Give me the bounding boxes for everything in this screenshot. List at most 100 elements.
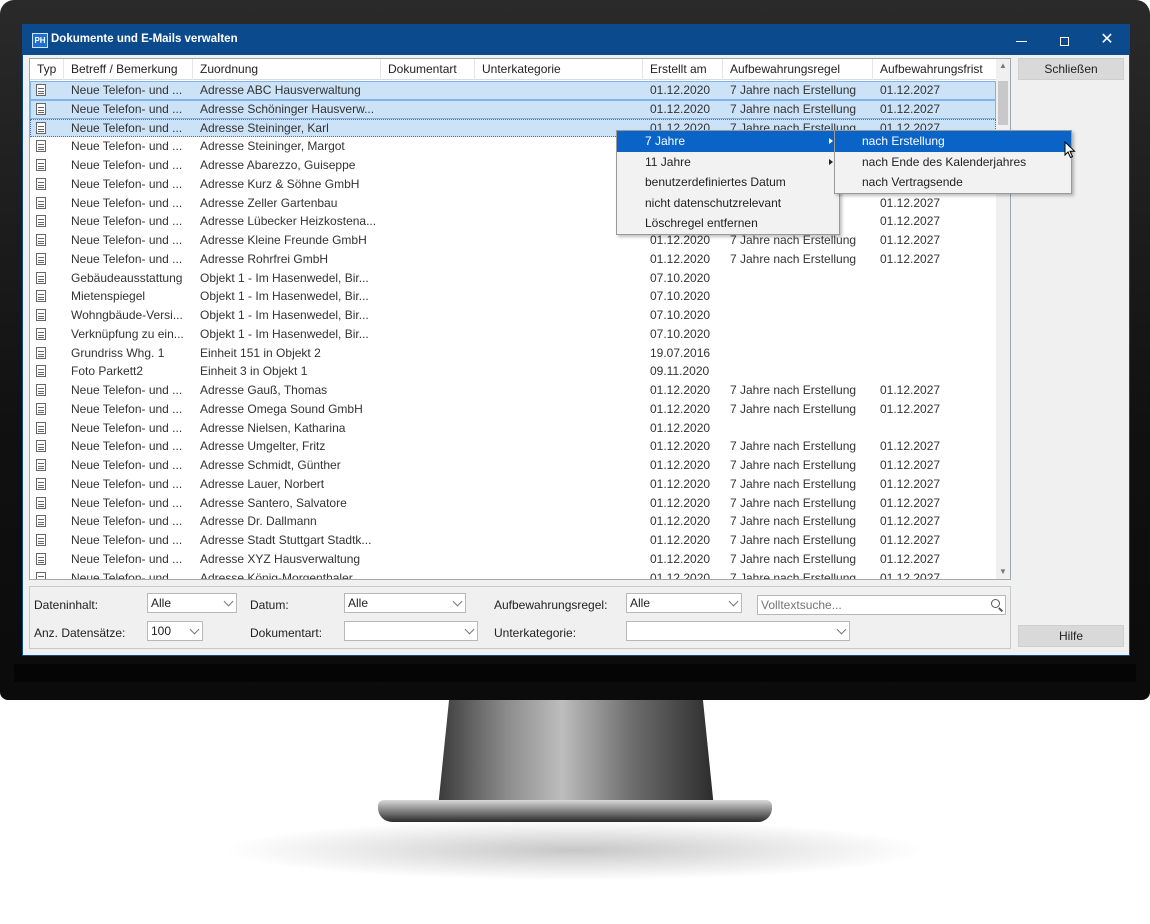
- cell-betreff: Neue Telefon- und ...: [71, 139, 183, 154]
- cell-zuordnung: Einheit 151 in Objekt 2: [200, 345, 321, 360]
- document-icon: [36, 365, 46, 378]
- maximize-button[interactable]: [1042, 25, 1086, 55]
- table-row[interactable]: Neue Telefon- und ... Adresse Gauß, Thoma…: [30, 381, 996, 400]
- menu-item-11-jahre[interactable]: 11 Jahre: [617, 152, 839, 173]
- table-row[interactable]: Neue Telefon- und ... Adresse XYZ Hausver…: [30, 550, 996, 569]
- table-row[interactable]: Verknüpfung zu ein... Objekt 1 - Im Hasen…: [30, 325, 996, 344]
- cell-betreff: Gebäudeausstattung: [71, 270, 183, 285]
- column-header-typ[interactable]: Typ: [30, 59, 64, 80]
- table-row[interactable]: Neue Telefon- und ... Adresse Kleine Freu…: [30, 231, 996, 250]
- menu-item-not-privacy-relevant[interactable]: nicht datenschutzrelevant: [617, 193, 839, 214]
- cell-dokumentart: [381, 100, 475, 119]
- close-icon: ✕: [1100, 31, 1114, 48]
- submenu-item-nach-vertragsende[interactable]: nach Vertragsende: [835, 172, 1071, 193]
- unterkategorie-select[interactable]: [626, 621, 850, 641]
- table-row[interactable]: Foto Parkett2 Einheit 3 in Objekt 1 09.11.…: [30, 362, 996, 381]
- menu-item-custom-date[interactable]: benutzerdefiniertes Datum: [617, 172, 839, 193]
- column-header-betreff[interactable]: Betreff / Bemerkung: [64, 59, 193, 80]
- document-icon: [36, 290, 46, 303]
- cell-regel: 7 Jahre nach Erstellung: [730, 401, 857, 416]
- column-header-unterkategorie[interactable]: Unterkategorie: [475, 59, 643, 80]
- table-row[interactable]: Neue Telefon- und ... Adresse König-Morge…: [30, 569, 996, 580]
- menu-item-7-jahre[interactable]: 7 Jahre: [617, 131, 839, 152]
- dokumentart-select[interactable]: [344, 621, 478, 641]
- table-row[interactable]: Neue Telefon- und ... Adresse Schöninger …: [30, 99, 996, 119]
- table-row[interactable]: Wohngbäude-Versi... Objekt 1 - Im Hasenwe…: [30, 306, 996, 325]
- close-window-button[interactable]: ✕: [1085, 25, 1129, 55]
- cell-dokumentart: [381, 437, 475, 456]
- table-row[interactable]: Neue Telefon- und ... Adresse Santero, Sa…: [30, 494, 996, 513]
- cell-dokumentart: [381, 550, 475, 569]
- datum-label: Datum:: [250, 598, 289, 612]
- cell-zuordnung: Adresse Rohrfrei GmbH: [200, 251, 329, 266]
- column-header-frist[interactable]: Aufbewahrungsfrist: [873, 59, 996, 80]
- cell-frist: 01.12.2027: [880, 195, 941, 210]
- anzahl-select[interactable]: 100: [147, 621, 203, 641]
- menu-item-label: benutzerdefiniertes Datum: [645, 175, 786, 189]
- cell-dokumentart: [381, 381, 475, 400]
- table-row[interactable]: Neue Telefon- und ... Adresse Schmidt, Gü…: [30, 456, 996, 475]
- window-title: Dokumente und E-Mails verwalten: [51, 33, 238, 45]
- help-button[interactable]: Hilfe: [1018, 625, 1124, 647]
- cell-betreff: Neue Telefon- und ...: [71, 195, 183, 210]
- cell-typ: [30, 381, 64, 400]
- cell-zuordnung: Adresse König-Morgenthaler: [200, 570, 353, 580]
- table-row[interactable]: Neue Telefon- und ... Adresse Zeller Gart…: [30, 194, 996, 213]
- table-row[interactable]: Neue Telefon- und ... Adresse Lauer, Norb…: [30, 475, 996, 494]
- scroll-up-icon[interactable]: ▲: [996, 59, 1010, 73]
- cell-regel: 7 Jahre nach Erstellung: [730, 533, 857, 547]
- cell-frist: [873, 269, 996, 288]
- cell-betreff: Neue Telefon- und ...: [71, 233, 183, 247]
- anzahl-label: Anz. Datensätze:: [34, 626, 126, 640]
- column-header-zuordnung[interactable]: Zuordnung: [193, 59, 381, 80]
- search-icon[interactable]: [991, 599, 1000, 608]
- cell-betreff: Neue Telefon- und ...: [71, 476, 183, 491]
- cell-betreff: Neue Telefon- und ...: [71, 401, 183, 416]
- cell-unterkategorie: [475, 325, 643, 344]
- titlebar[interactable]: PH Dokumente und E-Mails verwalten ✕: [23, 25, 1129, 55]
- cell-frist: 01.12.2027: [880, 533, 941, 547]
- column-header-erstellt[interactable]: Erstellt am: [643, 59, 723, 80]
- scroll-down-icon[interactable]: ▼: [996, 565, 1010, 579]
- cell-unterkategorie: [475, 344, 643, 363]
- fulltext-search-input[interactable]: [757, 595, 1006, 615]
- cell-typ: [30, 400, 64, 419]
- minimize-button[interactable]: [999, 25, 1043, 55]
- cell-zuordnung: Adresse Gauß, Thomas: [200, 383, 328, 397]
- table-row[interactable]: Gebäudeausstattung Objekt 1 - Im Hasenwed…: [30, 269, 996, 288]
- dateninhalt-select[interactable]: Alle: [147, 593, 237, 613]
- table-row[interactable]: Neue Telefon- und ... Adresse Umgelter, F…: [30, 437, 996, 456]
- table-row[interactable]: Grundriss Whg. 1 Einheit 151 in Objekt 2 1…: [30, 344, 996, 363]
- scrollbar-thumb[interactable]: [998, 81, 1008, 125]
- table-row[interactable]: Neue Telefon- und ... Adresse Rohrfrei Gm…: [30, 250, 996, 269]
- submenu-item-nach-erstellung[interactable]: nach Erstellung: [835, 131, 1071, 152]
- table-row[interactable]: Mietenspiegel Objekt 1 - Im Hasenwedel, B…: [30, 287, 996, 306]
- close-button[interactable]: Schließen: [1018, 58, 1124, 80]
- table-row[interactable]: Neue Telefon- und ... Adresse Nielsen, Ka…: [30, 419, 996, 438]
- cell-erstellt: 01.12.2020: [650, 83, 711, 97]
- column-header-regel[interactable]: Aufbewahrungsregel: [723, 59, 873, 80]
- cell-zuordnung: Objekt 1 - Im Hasenwedel, Bir...: [200, 289, 369, 304]
- table-row[interactable]: Neue Telefon- und ... Adresse Dr. Dallman…: [30, 512, 996, 531]
- document-icon: [36, 477, 46, 490]
- table-row[interactable]: Neue Telefon- und ... Adresse Stadt Stutt…: [30, 531, 996, 550]
- column-header-dokumentart[interactable]: Dokumentart: [381, 59, 475, 80]
- submenu-item-nach-kalenderjahr[interactable]: nach Ende des Kalenderjahres: [835, 152, 1071, 173]
- cell-dokumentart: [381, 400, 475, 419]
- cell-typ: [30, 287, 64, 306]
- table-row[interactable]: Neue Telefon- und ... Adresse Omega Sound…: [30, 400, 996, 419]
- cell-regel: [723, 325, 873, 344]
- aufbewahrungsregel-select[interactable]: Alle: [626, 593, 742, 613]
- cell-frist: [873, 287, 996, 306]
- datum-select[interactable]: Alle: [344, 593, 466, 613]
- cell-unterkategorie: [475, 550, 643, 569]
- cell-zuordnung: Adresse Schmidt, Günther: [200, 458, 341, 472]
- table-row[interactable]: Neue Telefon- und ... Adresse Lübecker He…: [30, 212, 996, 231]
- cell-unterkategorie: [475, 437, 643, 456]
- cell-regel: [723, 344, 873, 363]
- table-row[interactable]: Neue Telefon- und ... Adresse ABC Hausver…: [30, 81, 996, 100]
- cell-regel: 7 Jahre nach Erstellung: [730, 383, 857, 397]
- menu-item-remove-rule[interactable]: Löschregel entfernen: [617, 213, 839, 234]
- chevron-down-icon: [464, 624, 475, 635]
- cell-zuordnung: Adresse Dr. Dallmann: [200, 514, 317, 529]
